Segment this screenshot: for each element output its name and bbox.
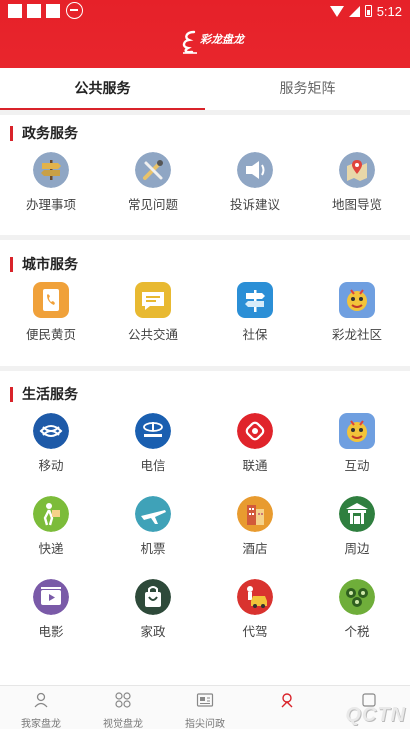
service-item-interaction[interactable]: 互动 bbox=[306, 413, 408, 474]
logo-text: 彩龙盘龙 bbox=[200, 34, 244, 46]
battery-icon bbox=[364, 5, 372, 17]
signpost-icon bbox=[33, 152, 69, 188]
service-item-faq[interactable]: 常见问题 bbox=[102, 152, 204, 213]
service-item-community[interactable]: 彩龙社区 bbox=[306, 282, 408, 343]
service-item-social-security[interactable]: 社保 bbox=[204, 282, 306, 343]
courier-icon bbox=[33, 496, 69, 532]
nav-fingertip-politics[interactable]: 指尖问政 bbox=[164, 686, 246, 729]
tab-public-service[interactable]: 公共服务 bbox=[0, 68, 205, 110]
dragon-icon bbox=[339, 413, 375, 449]
item-label: 互动 bbox=[344, 459, 370, 473]
notification-square-icon bbox=[8, 4, 22, 18]
map-pin-icon bbox=[339, 152, 375, 188]
service-item-income-tax[interactable]: 个税 bbox=[306, 579, 408, 640]
item-label: 公共交通 bbox=[127, 328, 178, 342]
service-item-movie[interactable]: 电影 bbox=[0, 579, 102, 640]
tab-service-matrix[interactable]: 服务矩阵 bbox=[205, 68, 410, 110]
item-label: 酒店 bbox=[242, 542, 268, 556]
item-label: 个税 bbox=[344, 625, 370, 639]
nav-visual-panlong[interactable]: 视觉盘龙 bbox=[82, 686, 164, 729]
notification-square-icon bbox=[27, 4, 41, 18]
tools-icon bbox=[135, 152, 171, 188]
item-label: 周边 bbox=[344, 542, 370, 556]
divider bbox=[0, 366, 410, 371]
grid-icon bbox=[115, 692, 131, 708]
watermark: QCTN bbox=[345, 704, 406, 726]
newspaper-icon bbox=[196, 693, 214, 707]
status-bar: 5:12 bbox=[0, 0, 410, 22]
phonebook-icon bbox=[33, 282, 69, 318]
driver-car-icon bbox=[237, 579, 273, 615]
china-mobile-icon bbox=[33, 413, 69, 449]
item-label: 快递 bbox=[38, 542, 64, 556]
divider bbox=[0, 110, 410, 115]
item-label: 便民黄页 bbox=[25, 328, 76, 342]
item-label: 电影 bbox=[38, 625, 64, 639]
nav-my-panlong[interactable]: 我家盘龙 bbox=[0, 686, 82, 729]
signal-icon bbox=[348, 5, 360, 17]
item-label: 投诉建议 bbox=[229, 198, 280, 212]
airplane-icon bbox=[135, 496, 171, 532]
service-item-nearby[interactable]: 周边 bbox=[306, 496, 408, 557]
service-icon bbox=[281, 693, 293, 708]
service-item-yellow-pages[interactable]: 便民黄页 bbox=[0, 282, 102, 343]
item-label: 彩龙社区 bbox=[331, 328, 382, 342]
speaker-icon bbox=[237, 152, 273, 188]
service-item-china-unicom[interactable]: 联通 bbox=[204, 413, 306, 474]
service-item-designated-driver[interactable]: 代驾 bbox=[204, 579, 306, 640]
item-label: 家政 bbox=[140, 625, 166, 639]
service-item-china-telecom[interactable]: 电信 bbox=[102, 413, 204, 474]
wifi-icon bbox=[329, 5, 344, 17]
item-label: 办理事项 bbox=[25, 198, 76, 212]
item-label: 联通 bbox=[242, 459, 268, 473]
item-label: 代驾 bbox=[242, 625, 268, 639]
service-item-courier[interactable]: 快递 bbox=[0, 496, 102, 557]
chat-bubble-icon bbox=[135, 282, 171, 318]
section-title: 政务服务 bbox=[10, 125, 78, 141]
tax-icon bbox=[339, 579, 375, 615]
app-header: 5:12 彩龙盘龙 bbox=[0, 0, 410, 68]
dragon-logo-icon bbox=[182, 30, 197, 54]
item-label: 社保 bbox=[242, 328, 268, 342]
gate-icon bbox=[339, 496, 375, 532]
service-item-hotel[interactable]: 酒店 bbox=[204, 496, 306, 557]
section-title: 城市服务 bbox=[10, 256, 78, 272]
item-label: 机票 bbox=[140, 542, 166, 556]
section-title: 生活服务 bbox=[10, 386, 78, 402]
china-telecom-icon bbox=[135, 413, 171, 449]
app-notification-icon bbox=[66, 2, 83, 19]
bag-icon bbox=[135, 579, 171, 615]
status-time: 5:12 bbox=[376, 3, 402, 19]
service-item-housekeeping[interactable]: 家政 bbox=[102, 579, 204, 640]
item-label: 地图导览 bbox=[331, 198, 382, 212]
signboard-icon bbox=[237, 282, 273, 318]
service-item-china-mobile[interactable]: 移动 bbox=[0, 413, 102, 474]
section-life-service: 生活服务 移动 电信 联通 互动 快递 机票 酒店 周边 电影 家政 代驾 个税 bbox=[0, 386, 410, 676]
nav-service[interactable] bbox=[246, 686, 328, 729]
item-label: 常见问题 bbox=[127, 198, 178, 212]
item-label: 电信 bbox=[140, 459, 166, 473]
tab-bar: 公共服务 服务矩阵 bbox=[0, 68, 410, 110]
bottom-nav: 我家盘龙 视觉盘龙 指尖问政 QCTN bbox=[0, 685, 410, 729]
section-city-service: 城市服务 便民黄页 公共交通 社保 彩龙社区 bbox=[0, 256, 410, 366]
section-government-service: 政务服务 办理事项 常见问题 投诉建议 地图导览 bbox=[0, 125, 410, 235]
person-icon bbox=[34, 692, 48, 708]
service-item-handle-matters[interactable]: 办理事项 bbox=[0, 152, 102, 213]
dragon-icon bbox=[339, 282, 375, 318]
service-item-flight[interactable]: 机票 bbox=[102, 496, 204, 557]
app-logo: 彩龙盘龙 bbox=[180, 27, 244, 57]
notification-square-icon bbox=[46, 4, 60, 18]
service-item-complaint[interactable]: 投诉建议 bbox=[204, 152, 306, 213]
divider bbox=[0, 235, 410, 240]
service-item-map-guide[interactable]: 地图导览 bbox=[306, 152, 408, 213]
china-unicom-icon bbox=[237, 413, 273, 449]
hotel-icon bbox=[237, 496, 273, 532]
film-icon bbox=[33, 579, 69, 615]
service-item-public-transport[interactable]: 公共交通 bbox=[102, 282, 204, 343]
item-label: 移动 bbox=[38, 459, 64, 473]
